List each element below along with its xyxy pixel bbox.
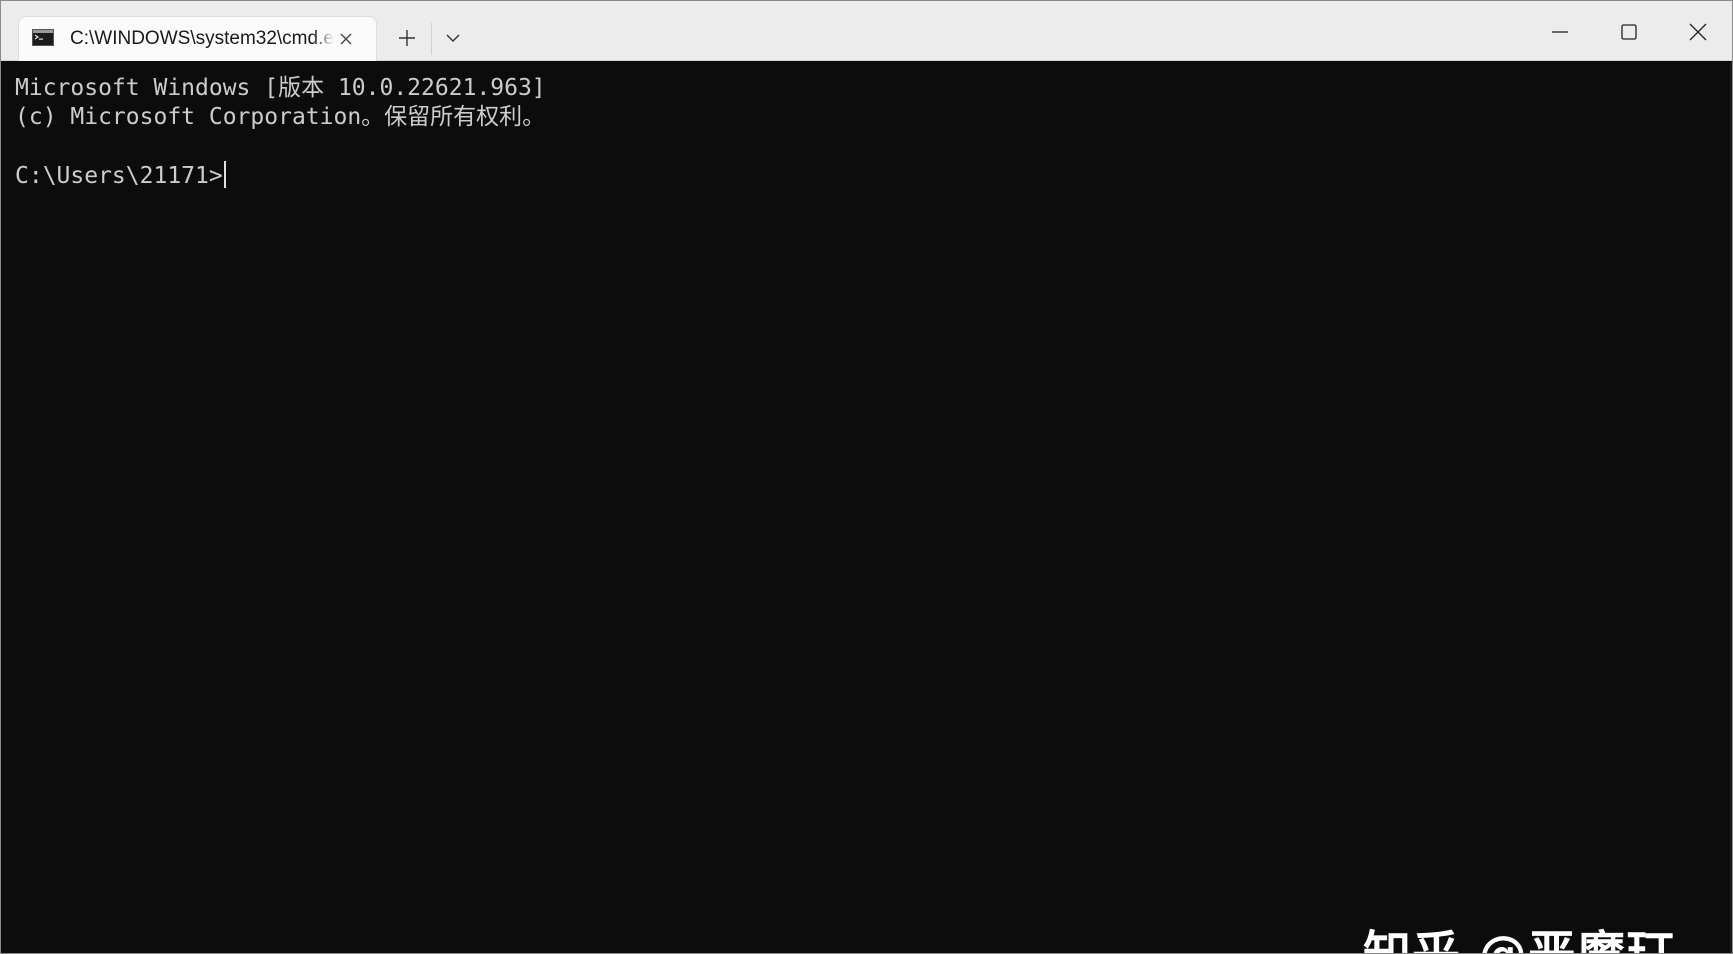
tab-close-icon[interactable] (333, 26, 359, 52)
terminal-window: C:\WINDOWS\system32\cmd.exe Microsoft Wi… (0, 0, 1733, 954)
terminal-prompt-line[interactable]: C:\Users\21171> (15, 161, 226, 191)
close-button[interactable] (1664, 1, 1732, 61)
terminal-copyright-line: (c) Microsoft Corporation。保留所有权利。 (15, 104, 546, 130)
text-cursor (223, 161, 226, 188)
terminal-icon (32, 29, 54, 46)
tab-separator (431, 23, 432, 55)
new-tab-button[interactable] (390, 23, 424, 53)
terminal-banner-line: Microsoft Windows [版本 10.0.22621.963] (15, 75, 546, 101)
terminal-output[interactable]: Microsoft Windows [版本 10.0.22621.963] (c… (1, 62, 1732, 954)
tab-title: C:\WINDOWS\system32\cmd.exe (70, 28, 334, 49)
command-prompt: C:\Users\21171> (15, 163, 223, 189)
minimize-icon (1552, 31, 1568, 33)
title-bar[interactable]: C:\WINDOWS\system32\cmd.exe (1, 1, 1732, 61)
close-icon (1689, 23, 1707, 41)
watermark-text: 知乎 @恶魔玎 (1363, 926, 1675, 954)
maximize-icon (1621, 24, 1637, 40)
maximize-button[interactable] (1595, 1, 1664, 61)
tab-cmd[interactable]: C:\WINDOWS\system32\cmd.exe (18, 16, 377, 61)
minimize-button[interactable] (1526, 1, 1595, 61)
scrollbar-track[interactable] (1730, 62, 1732, 953)
tab-dropdown-button[interactable] (438, 23, 468, 53)
